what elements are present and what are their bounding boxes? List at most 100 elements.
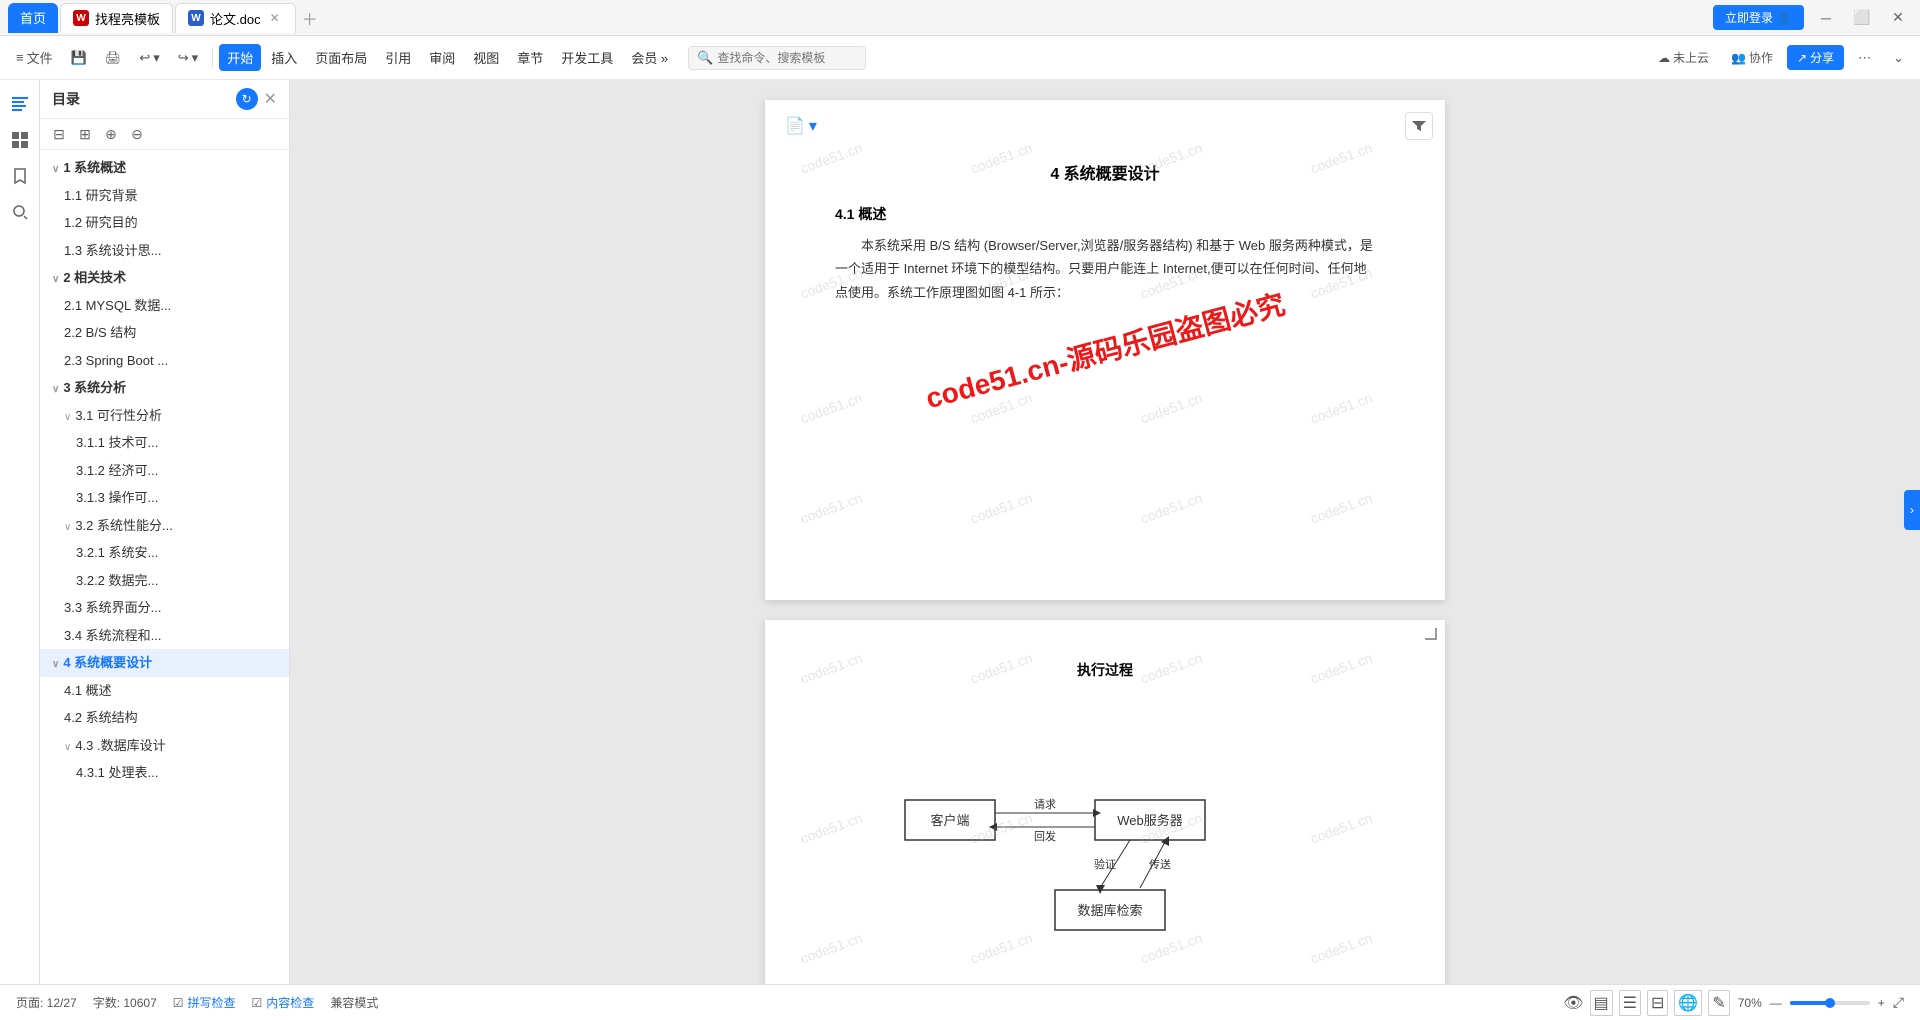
more-button[interactable]: ⋯ — [1850, 46, 1879, 70]
member-menu-item[interactable]: 会员 » — [623, 44, 676, 71]
expand-all-button[interactable]: ⊞ — [74, 123, 96, 145]
content-check-group: ☑ 内容检查 — [252, 994, 315, 1011]
word-count: 字数: 10607 — [93, 994, 157, 1011]
text-view-icon[interactable]: ▤ — [1590, 990, 1613, 1016]
zoom-slider[interactable] — [1790, 1001, 1870, 1005]
dropdown2-icon: ▾ — [192, 50, 199, 66]
cloud-button[interactable]: ☁ 未上云 — [1650, 45, 1717, 70]
reference-label: 引用 — [385, 51, 411, 66]
remove-heading-button[interactable]: ⊖ — [126, 123, 148, 145]
outline-item-3.2.1[interactable]: 3.2.1 系统安... — [40, 539, 289, 567]
filter-icon[interactable] — [1405, 112, 1433, 140]
add-tab-button[interactable]: ＋ — [298, 6, 322, 30]
zoom-minus-button[interactable]: — — [1766, 996, 1786, 1010]
search-icon: 🔍 — [697, 50, 713, 66]
panel-refresh-button[interactable]: ↻ — [236, 88, 258, 110]
share-button[interactable]: ↗ 分享 — [1787, 45, 1844, 70]
sidebar-grid-icon[interactable] — [4, 124, 36, 156]
titlebar: 首页 W 找程亮模板 W 论文.doc ✕ ＋ 立即登录 👤 ─ ⬜ ✕ — [0, 0, 1920, 36]
svg-text:传送: 传送 — [1149, 857, 1171, 871]
chapter-label: 章节 — [517, 51, 543, 66]
outline-item-2[interactable]: ∨2 相关技术 — [40, 264, 289, 292]
outline-item-3.1.1[interactable]: 3.1.1 技术可... — [40, 429, 289, 457]
add-heading-button[interactable]: ⊕ — [100, 123, 122, 145]
search-box[interactable]: 🔍 — [688, 46, 866, 70]
eye-icon[interactable]: 👁 — [1563, 993, 1583, 1013]
expand-button[interactable]: ⌄ — [1885, 46, 1912, 70]
outline-item-1.2[interactable]: 1.2 研究目的 — [40, 209, 289, 237]
devtools-label: 开发工具 — [561, 51, 613, 66]
doc-dropdown-icon[interactable]: ▾ — [809, 116, 817, 136]
outline-item-3.1.2[interactable]: 3.1.2 经济可... — [40, 457, 289, 485]
right-panel-collapse-button[interactable]: › — [1904, 490, 1920, 530]
devtools-menu-item[interactable]: 开发工具 — [553, 44, 621, 71]
list-view-icon[interactable]: ☰ — [1619, 990, 1641, 1016]
outline-item-4.3[interactable]: ∨4.3 .数据库设计 — [40, 732, 289, 760]
redo-button[interactable]: ↪ ▾ — [170, 46, 206, 70]
panel-toolbar: ⊟ ⊞ ⊕ ⊖ — [40, 119, 289, 150]
print-button[interactable]: 🖨 — [97, 46, 130, 70]
outline-item-3.2[interactable]: ∨3.2 系统性能分... — [40, 512, 289, 540]
client-label: 客户端 — [930, 813, 969, 828]
paragraph-1: 本系统采用 B/S 结构 (Browser/Server,浏览器/服务器结构) … — [835, 234, 1375, 304]
sidebar-bookmark-icon[interactable] — [4, 160, 36, 192]
collab-label: 协作 — [1749, 49, 1773, 66]
collapse-all-button[interactable]: ⊟ — [48, 123, 70, 145]
outline-item-3.2.2[interactable]: 3.2.2 数据完... — [40, 567, 289, 595]
outline-item-3.1.3[interactable]: 3.1.3 操作可... — [40, 484, 289, 512]
close-window-button[interactable]: ✕ — [1884, 4, 1912, 32]
review-menu-item[interactable]: 审阅 — [421, 44, 463, 71]
outline-item-4.1[interactable]: 4.1 概述 — [40, 677, 289, 705]
chapter-menu-item[interactable]: 章节 — [509, 44, 551, 71]
outline-item-3[interactable]: ∨3 系统分析 — [40, 374, 289, 402]
zoom-plus-button[interactable]: + — [1874, 996, 1889, 1010]
login-button[interactable]: 立即登录 👤 — [1713, 5, 1804, 30]
outline-item-1.1[interactable]: 1.1 研究背景 — [40, 182, 289, 210]
redo-icon: ↪ — [178, 50, 189, 66]
columns-view-icon[interactable]: ⊟ — [1647, 990, 1668, 1016]
panel-close-button[interactable]: ✕ — [264, 89, 277, 109]
close-icon[interactable]: ✕ — [267, 10, 283, 26]
content-check-label[interactable]: 内容检查 — [266, 994, 314, 1011]
search-input[interactable] — [717, 51, 857, 65]
reference-menu-item[interactable]: 引用 — [377, 44, 419, 71]
outline-item-3.1[interactable]: ∨3.1 可行性分析 — [40, 402, 289, 430]
pen-icon[interactable]: ✎ — [1708, 990, 1729, 1016]
outline-item-1[interactable]: ∨1 系统概述 — [40, 154, 289, 182]
panel-title: 目录 — [52, 89, 80, 109]
sidebar-outline-icon[interactable] — [4, 88, 36, 120]
insert-menu-item[interactable]: 插入 — [263, 44, 305, 71]
file-menu-item[interactable]: ≡ 文件 — [8, 44, 61, 71]
collab-icon: 👥 — [1731, 51, 1746, 65]
sidebar-search-icon[interactable] — [4, 196, 36, 228]
outline-item-3.3[interactable]: 3.3 系统界面分... — [40, 594, 289, 622]
cloud-label: 未上云 — [1673, 49, 1709, 66]
outline-item-1.3[interactable]: 1.3 系统设计思... — [40, 237, 289, 265]
globe-icon[interactable]: 🌐 — [1674, 990, 1702, 1016]
collab-button[interactable]: 👥 协作 — [1723, 45, 1781, 70]
fullscreen-button[interactable]: ⤢ — [1893, 994, 1904, 1011]
titlebar-controls: 立即登录 👤 ─ ⬜ ✕ — [1713, 4, 1912, 32]
view-menu-item[interactable]: 视图 — [465, 44, 507, 71]
outline-item-2.2[interactable]: 2.2 B/S 结构 — [40, 319, 289, 347]
minimize-button[interactable]: ─ — [1812, 4, 1840, 32]
doc-area[interactable]: code51.cn code51.cn code51.cn code51.cn … — [290, 80, 1920, 984]
outline-item-4.2[interactable]: 4.2 系统结构 — [40, 704, 289, 732]
layout-menu-item[interactable]: 页面布局 — [307, 44, 375, 71]
spell-check-label[interactable]: 拼写检查 — [188, 994, 236, 1011]
maximize-button[interactable]: ⬜ — [1848, 4, 1876, 32]
toggle-icon: ∨ — [52, 659, 59, 670]
outline-item-3.4[interactable]: 3.4 系统流程和... — [40, 622, 289, 650]
icon-sidebar — [0, 80, 40, 984]
tab-doc[interactable]: W 论文.doc ✕ — [175, 3, 296, 33]
undo-redo-button[interactable]: ↩ ▾ — [131, 46, 167, 70]
tab-home[interactable]: 首页 — [8, 3, 58, 33]
outline-item-4[interactable]: ∨4 系统概要设计 — [40, 649, 289, 677]
outline-item-4.3.1[interactable]: 4.3.1 处理表... — [40, 759, 289, 787]
toggle-icon: ∨ — [64, 522, 71, 533]
undo-button[interactable]: 💾 — [63, 46, 95, 70]
start-menu-item[interactable]: 开始 — [219, 44, 261, 71]
outline-item-2.3[interactable]: 2.3 Spring Boot ... — [40, 347, 289, 375]
tab-template[interactable]: W 找程亮模板 — [60, 3, 173, 33]
outline-item-2.1[interactable]: 2.1 MYSQL 数据... — [40, 292, 289, 320]
